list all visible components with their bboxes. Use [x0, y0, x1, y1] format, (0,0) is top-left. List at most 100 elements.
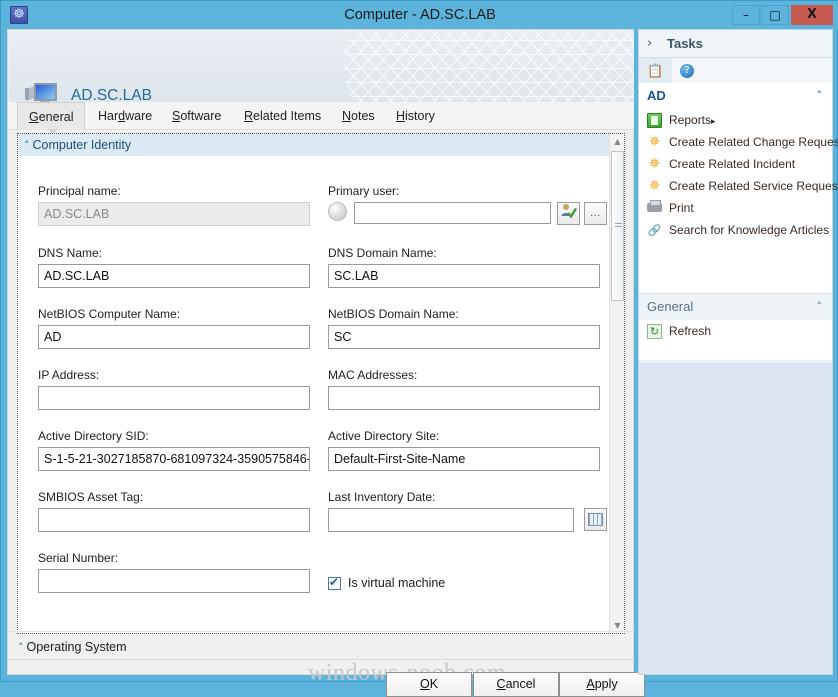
field-smbios-asset-tag: SMBIOS Asset Tag:: [38, 490, 310, 532]
task-item-create-incident[interactable]: ✵ Create Related Incident: [639, 153, 832, 175]
dns-domain-name-label: DNS Domain Name:: [328, 246, 437, 260]
banner-mesh-decoration: [344, 31, 634, 102]
ok-button[interactable]: OK: [386, 672, 472, 697]
tasks-tab-clipboard[interactable]: 📋: [639, 58, 672, 83]
task-item-create-change-request[interactable]: ✵ Create Related Change Request: [639, 131, 838, 153]
field-active-directory-site: Active Directory Site: Default-First-Sit…: [328, 429, 600, 471]
task-item-incident-label: Create Related Incident: [669, 157, 796, 171]
task-item-reports[interactable]: Reports▸: [639, 109, 832, 131]
active-directory-sid-input[interactable]: S-1-5-21-3027185870-681097324-3590575846…: [38, 447, 310, 471]
chevron-right-icon[interactable]: ›: [647, 30, 652, 58]
cancel-button[interactable]: Cancel: [473, 672, 559, 697]
serial-number-input[interactable]: [38, 569, 310, 593]
minimize-button[interactable]: –: [732, 5, 760, 25]
form-panel: AD.SC.LAB General Hardware Software Rela…: [7, 29, 645, 697]
section-header-label: Computer Identity: [32, 138, 132, 152]
os-section-label: Operating System: [26, 640, 127, 654]
form-scroll-region: ˄ Computer Identity Principal name: AD.SC…: [17, 133, 625, 634]
serial-number-label: Serial Number:: [38, 551, 119, 565]
field-serial-number: Serial Number:: [38, 551, 310, 593]
star-icon: ✵: [648, 134, 661, 150]
field-mac-addresses: MAC Addresses:: [328, 368, 600, 410]
field-dns-domain-name: DNS Domain Name: SC.LAB: [328, 246, 600, 288]
primary-user-input[interactable]: [354, 202, 551, 224]
tab-hardware[interactable]: Hardware: [87, 102, 163, 130]
section-header-computer-identity[interactable]: ˄ Computer Identity: [18, 134, 610, 156]
calendar-icon[interactable]: [584, 508, 607, 531]
primary-user-avatar: [328, 202, 347, 221]
primary-user-label: Primary user:: [328, 184, 400, 198]
task-item-search-knowledge-articles[interactable]: 🔗 Search for Knowledge Articles: [639, 219, 832, 241]
netbios-computer-name-label: NetBIOS Computer Name:: [38, 307, 181, 321]
tasks-group-header-ad[interactable]: AD ˄: [639, 83, 832, 109]
tab-software[interactable]: Software: [161, 102, 232, 130]
smbios-asset-tag-input[interactable]: [38, 508, 310, 532]
tasks-tab-strip: 📋 ?: [639, 58, 832, 83]
apply-button[interactable]: Apply: [559, 672, 645, 697]
netbios-domain-name-label: NetBIOS Domain Name:: [328, 307, 459, 321]
active-directory-sid-label: Active Directory SID:: [38, 429, 149, 443]
star-icon: ✵: [648, 156, 661, 172]
is-virtual-machine-checkbox[interactable]: [328, 575, 341, 590]
tab-notes[interactable]: Notes: [331, 102, 386, 130]
netbios-domain-name-input[interactable]: SC: [328, 325, 600, 349]
header-banner: AD.SC.LAB: [9, 31, 634, 102]
tasks-pane: › Tasks 📋 ? AD ˄ Reports▸ ✵ Create Relat…: [638, 29, 838, 675]
dns-name-input[interactable]: AD.SC.LAB: [38, 264, 310, 288]
task-item-refresh[interactable]: ↻ Refresh: [639, 320, 832, 342]
chevron-right-icon-reports: ▸: [711, 116, 716, 126]
section-header-operating-system[interactable]: ˄ Operating System: [18, 640, 127, 654]
field-active-directory-sid: Active Directory SID: S-1-5-21-302718587…: [38, 429, 310, 471]
field-ip-address: IP Address:: [38, 368, 310, 410]
ip-address-input[interactable]: [38, 386, 310, 410]
report-icon: [647, 113, 662, 128]
task-item-knowledge-label: Search for Knowledge Articles: [669, 223, 830, 237]
ip-address-label: IP Address:: [38, 368, 100, 382]
task-item-service-request-label: Create Related Service Request: [669, 179, 838, 193]
tasks-group-header-general[interactable]: General ˄: [639, 294, 832, 320]
field-primary-user: Primary user: ...: [328, 184, 610, 226]
scroll-up-icon[interactable]: ▲: [610, 134, 624, 149]
user-check-icon[interactable]: [557, 202, 580, 225]
tab-related-items[interactable]: Related Items: [233, 102, 332, 130]
clipboard-icon: 📋: [647, 64, 664, 79]
title-bar: ☸ Computer - AD.SC.LAB – □ X: [1, 1, 838, 29]
principal-name-input: AD.SC.LAB: [38, 202, 310, 226]
scrollbar-grip: [615, 222, 622, 227]
task-item-print-label: Print: [669, 201, 694, 215]
mac-addresses-input[interactable]: [328, 386, 600, 410]
chevron-up-icon-ad: ˄: [816, 89, 823, 102]
chevron-up-icon: ˄: [24, 139, 30, 152]
form-scrollbar[interactable]: ▲ ▼: [609, 134, 624, 633]
dns-name-label: DNS Name:: [38, 246, 103, 260]
netbios-computer-name-input[interactable]: AD: [38, 325, 310, 349]
is-virtual-machine-label: Is virtual machine: [348, 576, 446, 590]
tasks-group-general: General ˄ ↻ Refresh: [639, 293, 832, 363]
tasks-tab-detail[interactable]: ?: [672, 58, 832, 83]
tab-history[interactable]: History: [385, 102, 446, 130]
refresh-icon: ↻: [647, 324, 662, 339]
last-inventory-date-input[interactable]: [328, 508, 574, 532]
maximize-button[interactable]: □: [761, 5, 789, 25]
divider-below-os: [9, 659, 634, 660]
field-netbios-computer-name: NetBIOS Computer Name: AD: [38, 307, 310, 349]
mac-addresses-label: MAC Addresses:: [328, 368, 418, 382]
active-directory-site-label: Active Directory Site:: [328, 429, 440, 443]
help-icon: ?: [680, 63, 694, 78]
close-button[interactable]: X: [791, 5, 833, 25]
dns-domain-name-input[interactable]: SC.LAB: [328, 264, 600, 288]
computer-icon: [25, 81, 59, 102]
tab-general[interactable]: General: [17, 102, 86, 130]
computer-properties-window: ☸ Computer - AD.SC.LAB – □ X AD.SC.LAB G…: [0, 0, 838, 697]
printer-icon: [647, 200, 662, 212]
scrollbar-thumb[interactable]: [611, 151, 624, 301]
tasks-pane-title: Tasks: [667, 36, 703, 51]
active-directory-site-input[interactable]: Default-First-Site-Name: [328, 447, 600, 471]
task-item-print[interactable]: Print: [639, 197, 832, 219]
task-item-create-service-request[interactable]: ✵ Create Related Service Request: [639, 175, 838, 197]
primary-user-browse-button[interactable]: ...: [584, 202, 607, 225]
tasks-pane-header[interactable]: › Tasks: [639, 30, 832, 58]
field-dns-name: DNS Name: AD.SC.LAB: [38, 246, 310, 288]
tab-selection-arrow: [48, 129, 58, 134]
tasks-group-general-label: General: [647, 299, 694, 314]
